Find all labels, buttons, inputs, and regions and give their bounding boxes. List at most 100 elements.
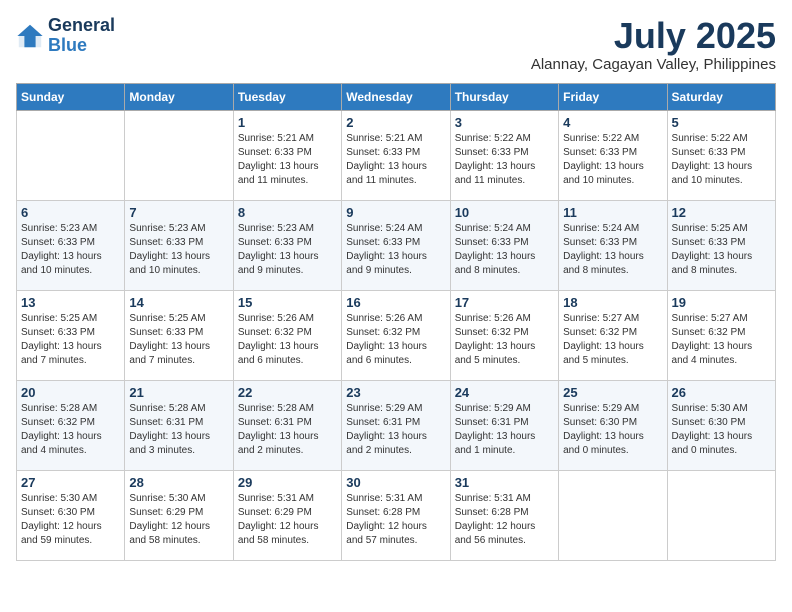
day-number: 31 (455, 475, 554, 490)
day-number: 27 (21, 475, 120, 490)
calendar-table: SundayMondayTuesdayWednesdayThursdayFrid… (16, 83, 776, 561)
day-number: 24 (455, 385, 554, 400)
calendar-cell: 31 Sunrise: 5:31 AM Sunset: 6:28 PM Dayli… (450, 470, 558, 560)
weekday-header-tuesday: Tuesday (233, 83, 341, 110)
day-detail: Sunrise: 5:24 AM Sunset: 6:33 PM Dayligh… (455, 222, 554, 278)
day-number: 14 (129, 295, 228, 310)
day-number: 2 (346, 115, 445, 130)
logo-blue: Blue (48, 35, 87, 55)
calendar-cell: 19Sunrise: 5:27 AM Sunset: 6:32 PM Dayli… (667, 290, 775, 380)
calendar-cell: 6Sunrise: 5:23 AM Sunset: 6:33 PM Daylig… (17, 200, 125, 290)
calendar-cell: 16Sunrise: 5:26 AM Sunset: 6:32 PM Dayli… (342, 290, 450, 380)
day-detail: Sunrise: 5:27 AM Sunset: 6:32 PM Dayligh… (563, 312, 662, 368)
weekday-header-wednesday: Wednesday (342, 83, 450, 110)
weekday-header-monday: Monday (125, 83, 233, 110)
day-detail: Sunrise: 5:23 AM Sunset: 6:33 PM Dayligh… (238, 222, 337, 278)
day-number: 13 (21, 295, 120, 310)
day-number: 23 (346, 385, 445, 400)
calendar-cell: 7 Sunrise: 5:23 AM Sunset: 6:33 PM Daylig… (125, 200, 233, 290)
day-detail: Sunrise: 5:29 AM Sunset: 6:31 PM Dayligh… (455, 402, 554, 458)
day-detail: Sunrise: 5:31 AM Sunset: 6:29 PM Dayligh… (238, 492, 337, 548)
calendar-cell: 4 Sunrise: 5:22 AM Sunset: 6:33 PM Daylig… (559, 110, 667, 200)
calendar-cell: 15Sunrise: 5:26 AM Sunset: 6:32 PM Dayli… (233, 290, 341, 380)
day-number: 3 (455, 115, 554, 130)
weekday-header-row: SundayMondayTuesdayWednesdayThursdayFrid… (17, 83, 776, 110)
day-detail: Sunrise: 5:26 AM Sunset: 6:32 PM Dayligh… (455, 312, 554, 368)
day-detail: Sunrise: 5:30 AM Sunset: 6:29 PM Dayligh… (129, 492, 228, 548)
day-detail: Sunrise: 5:21 AM Sunset: 6:33 PM Dayligh… (238, 132, 337, 188)
day-detail: Sunrise: 5:31 AM Sunset: 6:28 PM Dayligh… (455, 492, 554, 548)
day-detail: Sunrise: 5:22 AM Sunset: 6:33 PM Dayligh… (563, 132, 662, 188)
logo-general: General (48, 15, 115, 35)
calendar-cell (125, 110, 233, 200)
day-number: 22 (238, 385, 337, 400)
calendar-cell: 18 Sunrise: 5:27 AM Sunset: 6:32 PM Dayli… (559, 290, 667, 380)
calendar-cell: 12Sunrise: 5:25 AM Sunset: 6:33 PM Dayli… (667, 200, 775, 290)
calendar-cell: 29 Sunrise: 5:31 AM Sunset: 6:29 PM Dayli… (233, 470, 341, 560)
calendar-cell: 23Sunrise: 5:29 AM Sunset: 6:31 PM Dayli… (342, 380, 450, 470)
day-number: 20 (21, 385, 120, 400)
calendar-cell: 20 Sunrise: 5:28 AM Sunset: 6:32 PM Dayli… (17, 380, 125, 470)
calendar-cell: 22Sunrise: 5:28 AM Sunset: 6:31 PM Dayli… (233, 380, 341, 470)
day-detail: Sunrise: 5:30 AM Sunset: 6:30 PM Dayligh… (672, 402, 771, 458)
main-title: July 2025 (531, 16, 776, 56)
day-detail: Sunrise: 5:28 AM Sunset: 6:31 PM Dayligh… (129, 402, 228, 458)
calendar-cell: 25 Sunrise: 5:29 AM Sunset: 6:30 PM Dayli… (559, 380, 667, 470)
calendar-cell: 1 Sunrise: 5:21 AM Sunset: 6:33 PM Daylig… (233, 110, 341, 200)
day-detail: Sunrise: 5:24 AM Sunset: 6:33 PM Dayligh… (563, 222, 662, 278)
day-number: 10 (455, 205, 554, 220)
calendar-cell (559, 470, 667, 560)
weekday-header-thursday: Thursday (450, 83, 558, 110)
calendar-week-row: 13 Sunrise: 5:25 AM Sunset: 6:33 PM Dayli… (17, 290, 776, 380)
calendar-cell: 5 Sunrise: 5:22 AM Sunset: 6:33 PM Daylig… (667, 110, 775, 200)
calendar-cell: 8 Sunrise: 5:23 AM Sunset: 6:33 PM Daylig… (233, 200, 341, 290)
title-block: July 2025 Alannay, Cagayan Valley, Phili… (531, 16, 776, 73)
calendar-week-row: 6Sunrise: 5:23 AM Sunset: 6:33 PM Daylig… (17, 200, 776, 290)
day-detail: Sunrise: 5:25 AM Sunset: 6:33 PM Dayligh… (129, 312, 228, 368)
calendar-cell: 11Sunrise: 5:24 AM Sunset: 6:33 PM Dayli… (559, 200, 667, 290)
day-number: 26 (672, 385, 771, 400)
calendar-cell: 13Sunrise: 5:25 AM Sunset: 6:33 PM Dayli… (17, 290, 125, 380)
calendar-cell: 14 Sunrise: 5:25 AM Sunset: 6:33 PM Dayli… (125, 290, 233, 380)
day-number: 1 (238, 115, 337, 130)
weekday-header-saturday: Saturday (667, 83, 775, 110)
day-number: 7 (129, 205, 228, 220)
calendar-cell (17, 110, 125, 200)
day-number: 29 (238, 475, 337, 490)
calendar-cell: 3 Sunrise: 5:22 AM Sunset: 6:33 PM Daylig… (450, 110, 558, 200)
day-detail: Sunrise: 5:29 AM Sunset: 6:30 PM Dayligh… (563, 402, 662, 458)
calendar-cell: 24 Sunrise: 5:29 AM Sunset: 6:31 PM Dayli… (450, 380, 558, 470)
calendar-cell: 30Sunrise: 5:31 AM Sunset: 6:28 PM Dayli… (342, 470, 450, 560)
weekday-header-friday: Friday (559, 83, 667, 110)
calendar-cell (667, 470, 775, 560)
calendar-cell: 27Sunrise: 5:30 AM Sunset: 6:30 PM Dayli… (17, 470, 125, 560)
day-number: 15 (238, 295, 337, 310)
page-header: General Blue July 2025 Alannay, Cagayan … (16, 16, 776, 73)
day-number: 17 (455, 295, 554, 310)
day-number: 28 (129, 475, 228, 490)
day-detail: Sunrise: 5:23 AM Sunset: 6:33 PM Dayligh… (21, 222, 120, 278)
day-number: 5 (672, 115, 771, 130)
day-detail: Sunrise: 5:21 AM Sunset: 6:33 PM Dayligh… (346, 132, 445, 188)
calendar-week-row: 27Sunrise: 5:30 AM Sunset: 6:30 PM Dayli… (17, 470, 776, 560)
day-detail: Sunrise: 5:22 AM Sunset: 6:33 PM Dayligh… (672, 132, 771, 188)
calendar-week-row: 1 Sunrise: 5:21 AM Sunset: 6:33 PM Daylig… (17, 110, 776, 200)
day-number: 12 (672, 205, 771, 220)
day-detail: Sunrise: 5:27 AM Sunset: 6:32 PM Dayligh… (672, 312, 771, 368)
day-number: 8 (238, 205, 337, 220)
day-number: 4 (563, 115, 662, 130)
calendar-cell: 21 Sunrise: 5:28 AM Sunset: 6:31 PM Dayli… (125, 380, 233, 470)
day-detail: Sunrise: 5:22 AM Sunset: 6:33 PM Dayligh… (455, 132, 554, 188)
day-number: 25 (563, 385, 662, 400)
calendar-cell: 17 Sunrise: 5:26 AM Sunset: 6:32 PM Dayli… (450, 290, 558, 380)
day-number: 18 (563, 295, 662, 310)
calendar-cell: 2 Sunrise: 5:21 AM Sunset: 6:33 PM Daylig… (342, 110, 450, 200)
day-number: 21 (129, 385, 228, 400)
day-number: 30 (346, 475, 445, 490)
day-detail: Sunrise: 5:28 AM Sunset: 6:32 PM Dayligh… (21, 402, 120, 458)
day-detail: Sunrise: 5:23 AM Sunset: 6:33 PM Dayligh… (129, 222, 228, 278)
calendar-week-row: 20 Sunrise: 5:28 AM Sunset: 6:32 PM Dayli… (17, 380, 776, 470)
calendar-cell: 28 Sunrise: 5:30 AM Sunset: 6:29 PM Dayli… (125, 470, 233, 560)
day-number: 9 (346, 205, 445, 220)
day-detail: Sunrise: 5:24 AM Sunset: 6:33 PM Dayligh… (346, 222, 445, 278)
